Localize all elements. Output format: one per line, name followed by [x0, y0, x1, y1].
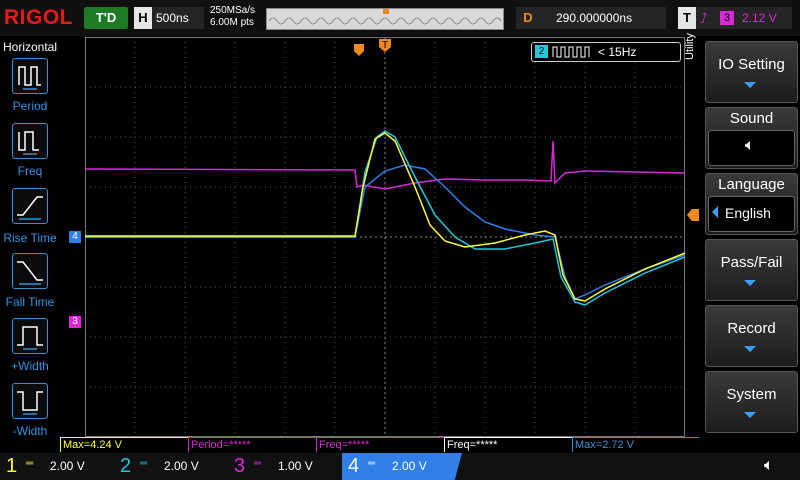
freq-label: Freq: [17, 164, 43, 178]
trigger-source: 3: [720, 11, 734, 25]
fall-time-measure-button[interactable]: [12, 253, 48, 289]
ch3-scale: 1.00 V: [278, 459, 313, 473]
trigger-level: 2.12 V: [742, 11, 777, 25]
measurement-3[interactable]: Freq=*****: [316, 437, 445, 452]
square-wave-icon: [552, 46, 590, 58]
language-label: Language: [718, 176, 785, 193]
freq-measure-button[interactable]: [12, 123, 48, 159]
record-label: Record: [727, 320, 776, 337]
speaker-icon[interactable]: 🔈︎: [764, 457, 774, 475]
negative-width-label: -Width: [12, 424, 48, 438]
negative-width-measure-button[interactable]: [12, 383, 48, 419]
memory-overview-graphic: [268, 9, 502, 25]
rise-time-measure-button[interactable]: [12, 188, 48, 224]
utility-menu: IO Setting Sound 🔈︎ Language English Pas…: [700, 37, 800, 447]
positive-width-icon: [17, 326, 43, 350]
ch2-scale: 2.00 V: [164, 459, 199, 473]
negative-width-icon: [17, 391, 43, 415]
measurement-bar: Max=4.24 V Period=***** Freq=***** Freq=…: [60, 437, 700, 453]
ch3-offset-marker[interactable]: 3: [69, 316, 81, 328]
ch2-number: 2: [120, 455, 132, 477]
ch4-number: 4: [348, 455, 360, 477]
trigger-label: T: [678, 7, 696, 29]
chevron-down-icon: [744, 280, 756, 286]
ch2-status[interactable]: 2 ═ 2.00 V: [114, 453, 226, 480]
sound-value-box: 🔈︎: [708, 130, 795, 166]
counter-value: < 15Hz: [598, 45, 637, 59]
measurement-4[interactable]: Freq=*****: [444, 437, 573, 452]
sound-label: Sound: [729, 110, 774, 127]
sample-rate: 250MSa/s: [210, 5, 256, 16]
period-icon: [18, 66, 41, 90]
ch4-scale: 2.00 V: [392, 459, 427, 473]
counter-channel: 2: [535, 45, 548, 58]
measurement-5[interactable]: Max=2.72 V: [572, 437, 699, 452]
rising-edge-icon: ⭜: [700, 10, 708, 26]
pass-fail-label: Pass/Fail: [720, 254, 783, 271]
channel-status-bar: 1 ═ 2.00 V 2 ═ 2.00 V 3 ═ 1.00 V 4 ═ 2.0…: [0, 453, 800, 480]
freq-icon: [18, 131, 39, 155]
chevron-left-icon: [712, 206, 718, 218]
trigger-status-badge[interactable]: T'D: [84, 7, 128, 29]
system-label: System: [726, 386, 777, 403]
dc-coupling-icon: ═: [254, 458, 262, 469]
horizontal-timebase[interactable]: H 500ns: [134, 7, 204, 29]
chevron-down-icon: [744, 82, 756, 88]
logo-text: RIGOL: [4, 6, 73, 29]
utility-side-label: Utility: [684, 33, 696, 60]
io-setting-button[interactable]: IO Setting: [705, 41, 798, 103]
measure-menu-title: Horizontal: [2, 40, 58, 54]
delay-display[interactable]: D 290.000000ns: [516, 7, 666, 29]
io-setting-label: IO Setting: [718, 56, 785, 73]
period-measure-button[interactable]: [12, 58, 48, 94]
pass-fail-button[interactable]: Pass/Fail: [705, 239, 798, 301]
rise-time-icon: [17, 196, 43, 220]
waveform-display[interactable]: T: [85, 37, 685, 437]
delay-label: D: [523, 10, 533, 25]
trigger-settings[interactable]: T ⭜ 3 2.12 V: [678, 7, 792, 29]
ch4-offset-marker[interactable]: 4: [69, 231, 81, 243]
ch1-status[interactable]: 1 ═ 2.00 V: [0, 453, 112, 480]
trigger-position-label: T: [382, 40, 388, 51]
period-label: Period: [12, 99, 48, 113]
fall-time-label: Fall Time: [5, 295, 55, 309]
delay-value: 290.000000ns: [556, 11, 633, 25]
ch3-status[interactable]: 3 ═ 1.00 V: [228, 453, 340, 480]
sound-button[interactable]: Sound 🔈︎: [705, 107, 798, 169]
ch4-status[interactable]: 4 ═ 2.00 V: [342, 453, 462, 480]
language-value-box: English: [708, 196, 795, 232]
acquisition-info: 250MSa/s 6.00M pts: [210, 5, 255, 29]
speaker-icon: 🔈︎: [745, 137, 755, 154]
dc-coupling-icon: ═: [26, 458, 34, 469]
horizontal-label: H: [134, 7, 152, 29]
language-value: English: [725, 205, 771, 221]
ch1-scale: 2.00 V: [50, 459, 85, 473]
rise-time-label: Rise Time: [3, 231, 57, 245]
measurement-1[interactable]: Max=4.24 V: [60, 437, 189, 452]
language-button[interactable]: Language English: [705, 173, 798, 235]
timebase-value: 500ns: [156, 11, 189, 25]
chevron-down-icon: [744, 412, 756, 418]
positive-width-label: +Width: [11, 359, 49, 373]
memory-depth: 6.00M pts: [210, 17, 254, 28]
record-button[interactable]: Record: [705, 305, 798, 367]
ch3-number: 3: [234, 455, 246, 477]
frequency-counter[interactable]: 2 < 15Hz: [531, 42, 681, 62]
chevron-down-icon: [744, 346, 756, 352]
trigger-level-marker[interactable]: [687, 209, 699, 221]
system-button[interactable]: System: [705, 371, 798, 433]
memory-trigger-marker: [383, 9, 389, 14]
ch1-number: 1: [6, 455, 18, 477]
fall-time-icon: [17, 261, 43, 285]
memory-waveform-strip[interactable]: [266, 8, 504, 30]
dc-coupling-icon: ═: [140, 458, 148, 469]
measurement-2[interactable]: Period=*****: [188, 437, 317, 452]
rigol-logo: RIGOL: [4, 6, 73, 30]
dc-coupling-icon: ═: [368, 458, 376, 469]
positive-width-measure-button[interactable]: [12, 318, 48, 354]
